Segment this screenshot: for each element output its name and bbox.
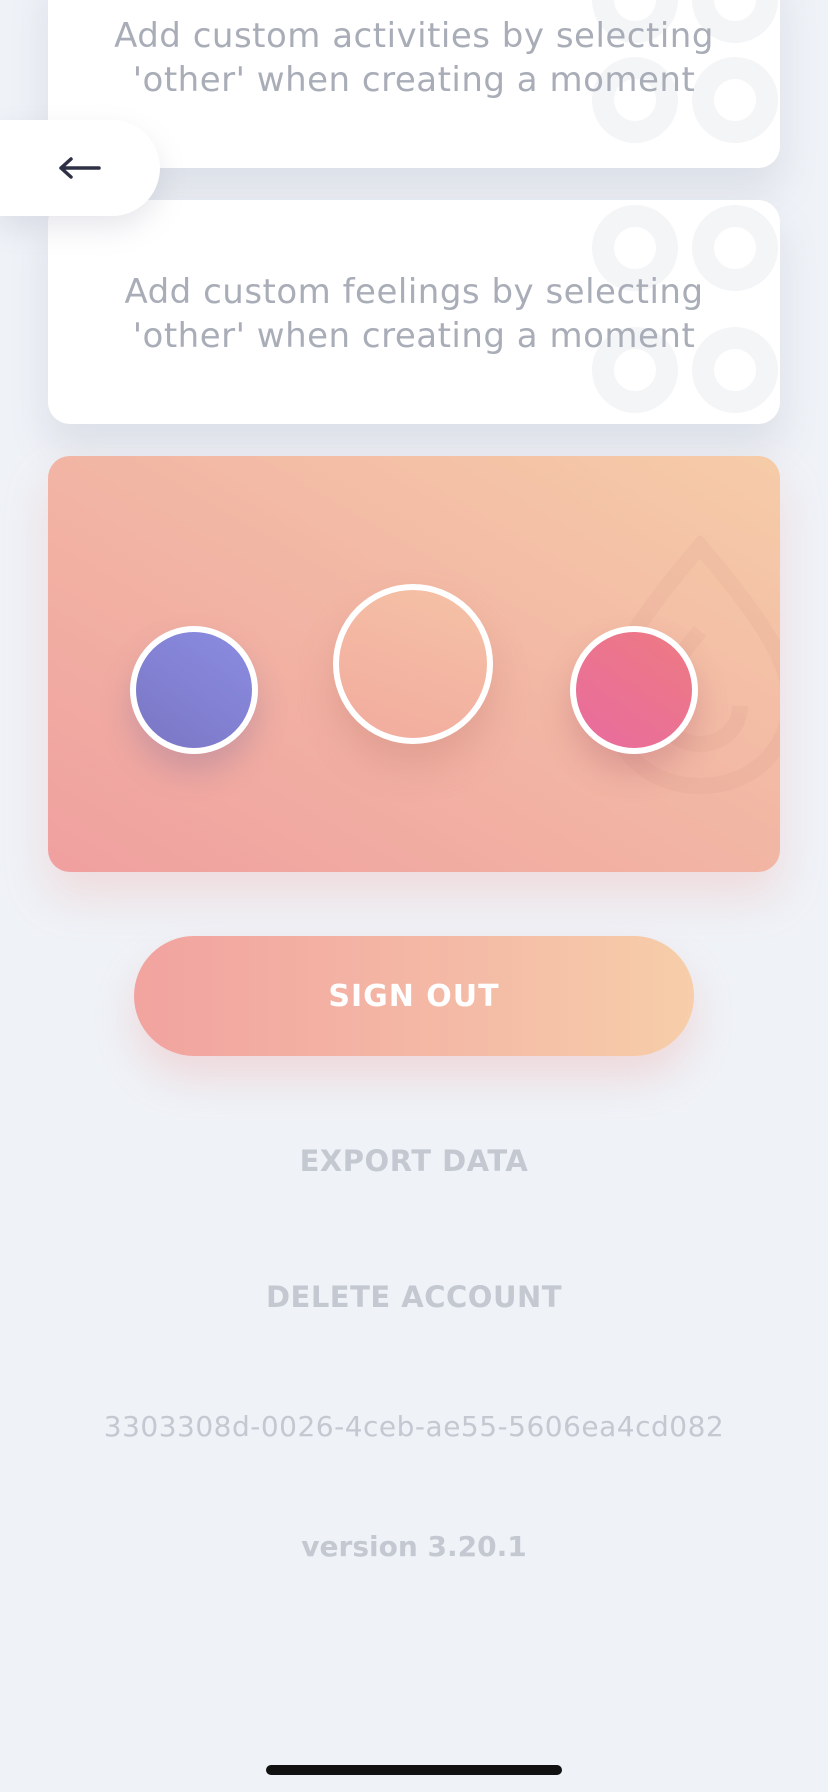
custom-activities-hint-line1: Add custom activities by selecting [114, 16, 714, 56]
custom-activities-card: Add custom activities by selecting 'othe… [48, 0, 780, 168]
theme-swatch-blue[interactable] [130, 626, 258, 754]
sign-out-button[interactable]: SIGN OUT [134, 936, 694, 1056]
custom-feelings-hint: Add custom feelings by selecting 'other'… [48, 270, 780, 358]
user-id-label: 3303308d-0026-4ceb-ae55-5606ea4cd082 [103, 1410, 725, 1443]
theme-swatch-peach[interactable] [333, 584, 493, 744]
delete-account-button[interactable]: DELETE ACCOUNT [0, 1280, 828, 1314]
export-data-button[interactable]: EXPORT DATA [0, 1144, 828, 1178]
settings-screen: Add custom activities by selecting 'othe… [0, 0, 828, 1792]
app-version-label: version 3.20.1 [301, 1530, 527, 1563]
custom-feelings-hint-line1: Add custom feelings by selecting [124, 272, 704, 312]
home-indicator[interactable] [266, 1765, 562, 1775]
theme-picker-card [48, 456, 780, 872]
back-button[interactable] [0, 120, 160, 216]
theme-swatch-pink[interactable] [570, 626, 698, 754]
custom-activities-hint-line2: 'other' when creating a moment [132, 60, 696, 100]
custom-feelings-card: Add custom feelings by selecting 'other'… [48, 200, 780, 424]
custom-activities-hint: Add custom activities by selecting 'othe… [48, 14, 780, 102]
arrow-left-icon [59, 157, 101, 179]
custom-feelings-hint-line2: 'other' when creating a moment [132, 316, 696, 356]
